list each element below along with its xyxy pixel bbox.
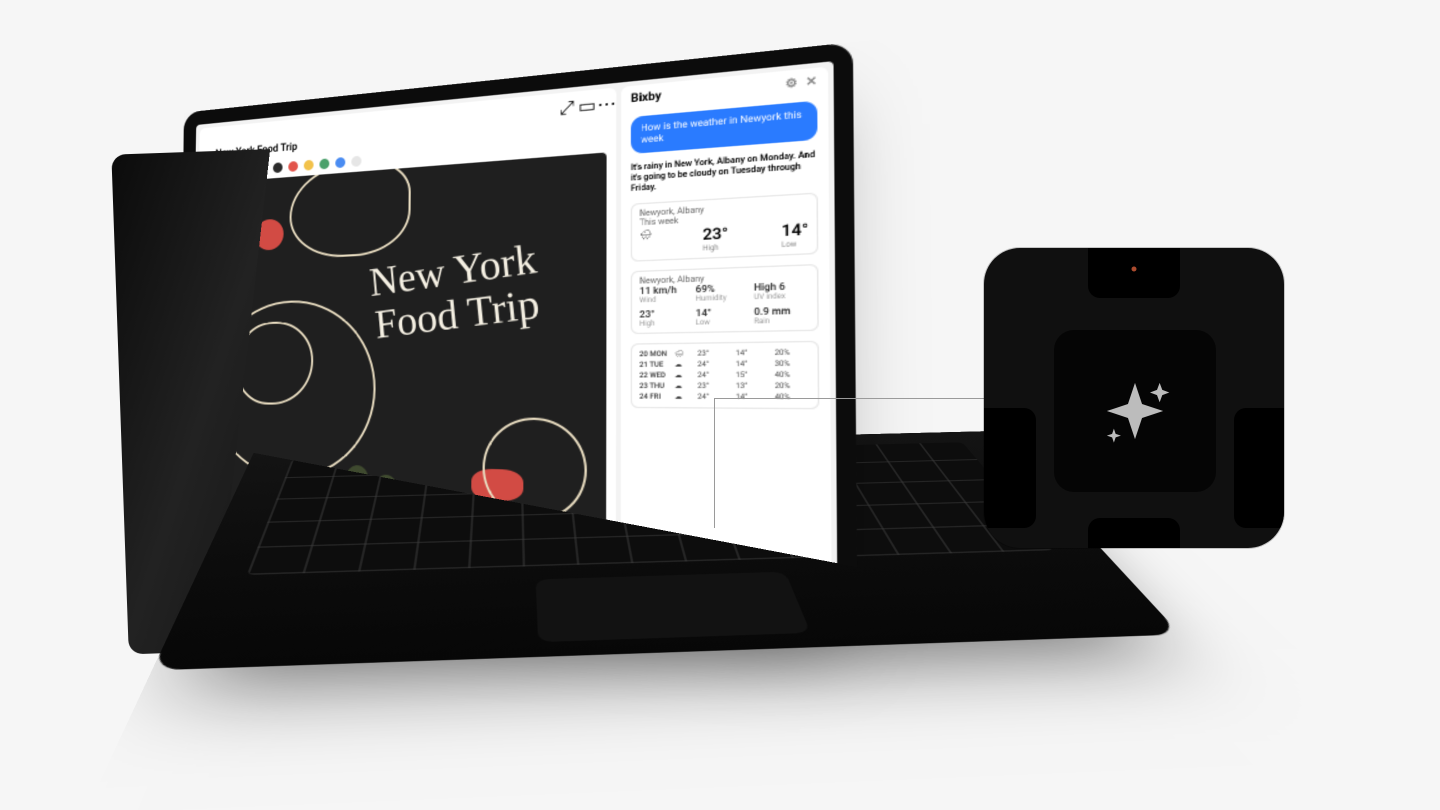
trackpad[interactable]	[536, 572, 811, 643]
forecast-row: 22 WED☁24°15°40%	[639, 370, 809, 382]
adjacent-key	[984, 408, 1036, 528]
more-icon[interactable]: ⋯	[597, 93, 609, 106]
forecast-card: 20 MON🌧23°14°20%21 TUE☁24°14°30%22 WED☁2…	[631, 341, 820, 410]
adjacent-key	[1088, 518, 1180, 548]
temp-low-label: Low	[781, 240, 808, 250]
forecast-row: 21 TUE☁24°14°30%	[639, 359, 809, 371]
back-icon[interactable]: ‹	[206, 147, 210, 161]
temp-high: 23°	[703, 226, 729, 245]
device-product-shot: ⤢ ▭ ⋯ ‹ New York Food Trip ✎ ✐ ◌ ✂	[120, 110, 910, 750]
bixby-title: Bixby	[631, 90, 661, 106]
bixby-reply: It's rainy in New York, Albany on Monday…	[631, 150, 818, 195]
settings-icon[interactable]: ⚙	[785, 77, 797, 91]
swatch-green[interactable]	[319, 158, 329, 169]
lasso-icon[interactable]: ✂	[256, 162, 267, 175]
close-icon[interactable]: ✕	[806, 75, 818, 89]
canvas-handwriting: New York Food Trip	[368, 237, 544, 347]
bixby-panel: Bixby ⚙ ✕ How is the weather in Newyork …	[621, 67, 832, 608]
temp-high-label: High	[703, 244, 729, 254]
adjacent-key	[1234, 408, 1284, 528]
note-title: New York Food Trip	[215, 141, 297, 159]
swatch-blue[interactable]	[335, 157, 345, 168]
swatch-black[interactable]	[273, 162, 283, 173]
swatch-red[interactable]	[288, 161, 298, 172]
ai-key-zoom-inset	[984, 248, 1284, 548]
weather-summary-card: Newyork, Albany This week 🌧 23° High 14°…	[631, 193, 818, 262]
adjacent-key	[1088, 248, 1180, 298]
window-icon[interactable]: ▭	[578, 95, 590, 107]
weather-icon: 🌧	[639, 230, 652, 241]
highlighter-icon[interactable]: ✐	[222, 165, 233, 178]
temp-low: 14°	[781, 222, 808, 242]
sparkle-icon	[1091, 367, 1179, 455]
callout-line	[714, 398, 715, 528]
ai-key-large[interactable]	[1054, 330, 1216, 492]
swatch-grey[interactable]	[351, 156, 361, 167]
weather-detail-card: Newyork, Albany 11 km/hWind 69%Humidity …	[631, 264, 819, 334]
expand-icon[interactable]: ⤢	[559, 96, 571, 108]
eraser-icon[interactable]: ◌	[239, 164, 250, 177]
pen-icon[interactable]: ✎	[206, 167, 217, 180]
swatch-yellow[interactable]	[304, 160, 314, 171]
forecast-row: 23 THU☁23°13°20%	[639, 381, 809, 392]
callout-line	[714, 398, 984, 399]
